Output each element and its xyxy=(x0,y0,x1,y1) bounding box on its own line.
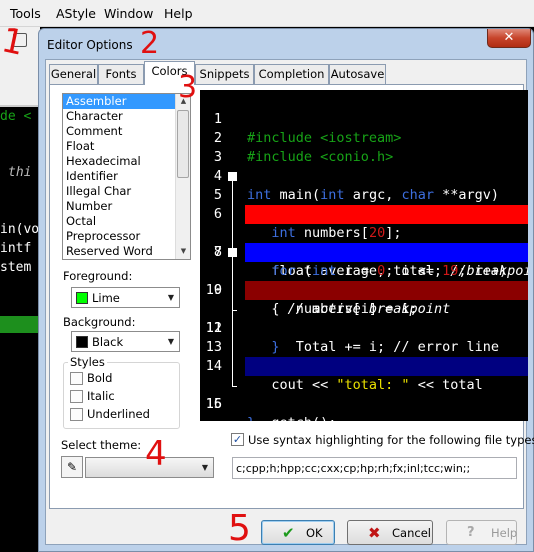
annotation-3: 3 xyxy=(178,70,198,105)
help-icon: ? xyxy=(467,525,475,540)
menu-help[interactable]: Help xyxy=(164,6,193,21)
colors-tab-panel: Assembler Character Comment Float Hexade… xyxy=(49,84,534,509)
cancel-label: Cancel xyxy=(392,526,431,540)
bold-checkbox[interactable] xyxy=(70,372,83,385)
code-line: 14 cout << "total: " << total xyxy=(200,338,528,393)
chevron-down-icon: ▼ xyxy=(167,293,174,302)
close-icon: ✕ xyxy=(503,30,515,45)
code-line: 10 numbers[i] = i; xyxy=(200,262,528,317)
cancel-button[interactable]: ✖ Cancel xyxy=(347,520,433,545)
styles-caption: Styles xyxy=(68,355,107,369)
code-line: 8 for (int i = 0; i <= 19; i++) xyxy=(200,224,528,279)
syntax-highlighting-label: Use syntax highlighting for the followin… xyxy=(248,433,534,447)
tab-fonts[interactable]: Fonts xyxy=(98,64,144,84)
dialog-client: General Fonts Colors Snippets Completion… xyxy=(45,59,534,545)
list-item[interactable]: Reserved Word xyxy=(63,244,190,259)
breakpoint-highlight xyxy=(245,281,528,300)
code-line: 12 } xyxy=(200,300,528,355)
chevron-down-icon: ▼ xyxy=(201,463,208,472)
italic-checkbox[interactable] xyxy=(70,390,83,403)
bg-code-line: thi xyxy=(8,165,32,180)
underlined-checkbox[interactable] xyxy=(70,408,83,421)
list-item[interactable]: Character xyxy=(63,109,190,124)
help-button[interactable]: ? Help xyxy=(446,520,517,545)
tab-completion[interactable]: Completion xyxy=(254,64,329,84)
list-item[interactable]: Identifier xyxy=(63,169,190,184)
menu-window[interactable]: Window xyxy=(104,6,153,21)
list-item[interactable]: Preprocessor xyxy=(63,229,190,244)
annotation-4: 4 xyxy=(145,434,167,474)
bg-code-line: in(vo xyxy=(0,222,40,237)
code-line: 13 average = total / 20; // comment xyxy=(200,319,528,374)
editor-options-dialog: Editor Options ✕ General Fonts Colors Sn… xyxy=(38,28,534,552)
code-line: 5 { xyxy=(200,167,528,222)
foreground-value: Lime xyxy=(92,291,120,305)
code-line-current: 15 getch(); xyxy=(200,357,528,421)
syntax-highlighting-checkbox[interactable]: ✓ xyxy=(231,433,244,446)
palette-icon: ✎ xyxy=(66,460,78,474)
code-line: 2 #include <conio.h> xyxy=(200,110,528,165)
scroll-thumb[interactable] xyxy=(177,110,189,178)
tab-general[interactable]: General xyxy=(49,64,98,84)
list-item[interactable]: Illegal Char xyxy=(63,184,190,199)
foreground-label: Foreground: xyxy=(63,269,133,283)
background-label: Background: xyxy=(63,315,136,329)
menu-tools[interactable]: Tools xyxy=(10,6,41,21)
chevron-down-icon: ▼ xyxy=(167,337,174,346)
help-label: Help xyxy=(491,526,518,540)
foreground-combo[interactable]: Lime ▼ xyxy=(71,287,180,308)
underlined-label: Underlined xyxy=(87,407,150,421)
tab-snippets[interactable]: Snippets xyxy=(195,64,254,84)
ide-menubar: Tools AStyle Window Help xyxy=(0,0,534,27)
list-item[interactable]: Octal xyxy=(63,214,190,229)
italic-label: Italic xyxy=(87,389,115,403)
active-breakpoint-highlight xyxy=(245,243,528,262)
background-swatch xyxy=(76,336,88,348)
list-item[interactable]: Assembler xyxy=(63,94,190,109)
code-line: 4 int main(int argc, char **argv) xyxy=(200,148,528,203)
code-line-active-breakpoint: 9 { // active breakpoint xyxy=(200,243,528,317)
code-line-error: 7 float average, total; //breakpoint xyxy=(200,205,528,279)
code-line: 6 int numbers[20]; xyxy=(200,186,528,241)
code-preview: 1 #include <iostream> 2 #include <conio.… xyxy=(200,90,528,421)
theme-icon-button[interactable]: ✎ xyxy=(61,456,83,478)
code-line-breakpoint: 11 Total += i; // error line xyxy=(200,281,528,355)
background-combo[interactable]: Black ▼ xyxy=(71,331,180,352)
code-line: 3 xyxy=(200,129,528,165)
bg-code-line: de < xyxy=(0,109,32,124)
styles-group: Styles Bold Italic Underlined xyxy=(63,355,180,429)
dialog-titlebar[interactable]: Editor Options ✕ xyxy=(39,29,533,59)
annotation-5: 5 xyxy=(228,508,251,549)
annotation-2: 2 xyxy=(140,26,160,61)
code-line: 16 } xyxy=(200,376,528,421)
select-theme-label: Select theme: xyxy=(61,438,142,452)
ok-button[interactable]: ✔ OK xyxy=(261,520,335,545)
check-icon: ✔ xyxy=(282,524,295,542)
ok-label: OK xyxy=(306,526,323,540)
foreground-swatch xyxy=(76,292,88,304)
line-number: 16 xyxy=(205,396,222,412)
bg-code-line: stem xyxy=(0,260,32,275)
list-item[interactable]: Hexadecimal xyxy=(63,154,190,169)
file-types-input[interactable]: c;cpp;h;hpp;cc;cxx;cp;hp;rh;fx;inl;tcc;w… xyxy=(232,457,517,479)
tab-autosave[interactable]: Autosave xyxy=(329,64,386,84)
bg-code-line: intf xyxy=(0,241,32,256)
element-list[interactable]: Assembler Character Comment Float Hexade… xyxy=(62,93,191,260)
code-line: 1 #include <iostream> xyxy=(200,91,528,146)
error-line-highlight xyxy=(245,205,528,224)
current-line-highlight xyxy=(245,357,528,376)
ide-current-line xyxy=(0,316,40,333)
background-value: Black xyxy=(92,335,124,349)
list-item[interactable]: Float xyxy=(63,139,190,154)
list-scrollbar[interactable]: ▲ ▼ xyxy=(175,94,190,259)
close-button[interactable]: ✕ xyxy=(487,29,531,48)
dialog-title: Editor Options xyxy=(47,38,133,52)
menu-astyle[interactable]: AStyle xyxy=(56,6,96,21)
bold-label: Bold xyxy=(87,371,113,385)
list-item[interactable]: Comment xyxy=(63,124,190,139)
list-item[interactable]: Number xyxy=(63,199,190,214)
scroll-down-icon[interactable]: ▼ xyxy=(177,244,190,258)
cancel-x-icon: ✖ xyxy=(368,524,381,542)
